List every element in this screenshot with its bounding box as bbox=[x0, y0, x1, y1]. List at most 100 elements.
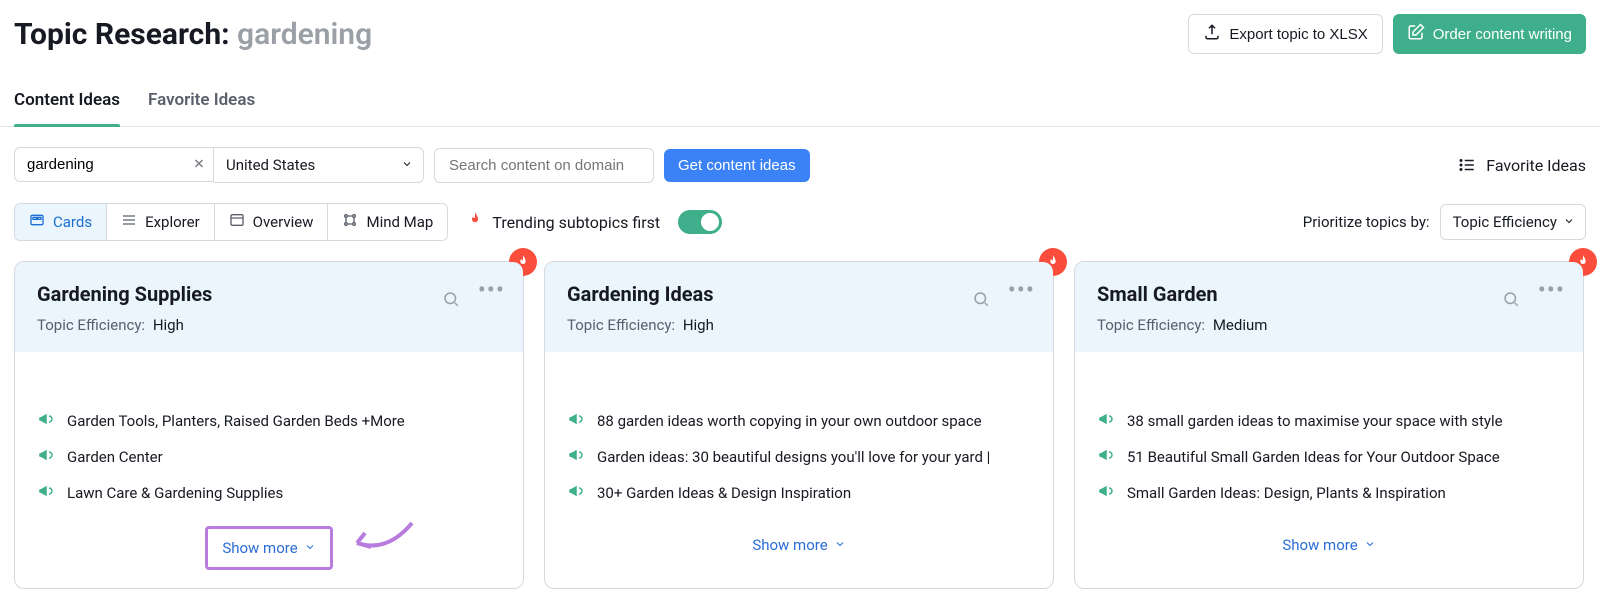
show-more-label: Show more bbox=[1282, 536, 1357, 554]
view-mindmap[interactable]: Mind Map bbox=[327, 204, 447, 240]
idea-text: 51 Beautiful Small Garden Ideas for Your… bbox=[1127, 448, 1500, 466]
show-more-button[interactable]: Show more bbox=[205, 526, 332, 570]
idea-text: 30+ Garden Ideas & Design Inspiration bbox=[597, 484, 851, 502]
idea-text: Small Garden Ideas: Design, Plants & Ins… bbox=[1127, 484, 1446, 502]
card-efficiency: Topic Efficiency: Medium bbox=[1097, 316, 1561, 334]
trending-toggle[interactable] bbox=[678, 210, 722, 234]
keyword-input[interactable] bbox=[14, 147, 214, 182]
megaphone-icon bbox=[37, 410, 55, 432]
view-explorer[interactable]: Explorer bbox=[106, 204, 214, 240]
idea-item[interactable]: Lawn Care & Gardening Supplies bbox=[37, 482, 501, 504]
idea-item[interactable]: 30+ Garden Ideas & Design Inspiration bbox=[567, 482, 1031, 504]
efficiency-value: Medium bbox=[1213, 316, 1268, 334]
views-row: Cards Explorer Overview Mind Map Trendin… bbox=[0, 191, 1600, 251]
view-mindmap-label: Mind Map bbox=[366, 213, 433, 231]
cards-icon bbox=[29, 212, 45, 232]
view-explorer-label: Explorer bbox=[145, 213, 200, 231]
card-header: Small Garden Topic Efficiency: Medium ••… bbox=[1075, 262, 1583, 352]
idea-text: Garden Tools, Planters, Raised Garden Be… bbox=[67, 412, 405, 430]
more-icon[interactable]: ••• bbox=[1538, 290, 1565, 312]
search-icon[interactable] bbox=[972, 290, 990, 312]
idea-item[interactable]: Garden Tools, Planters, Raised Garden Be… bbox=[37, 410, 501, 432]
tab-favorite-ideas[interactable]: Favorite Ideas bbox=[148, 78, 255, 126]
efficiency-value: High bbox=[153, 316, 184, 334]
prioritize-value: Topic Efficiency bbox=[1453, 213, 1557, 231]
megaphone-icon bbox=[37, 482, 55, 504]
efficiency-value: High bbox=[683, 316, 714, 334]
idea-item[interactable]: 38 small garden ideas to maximise your s… bbox=[1097, 410, 1561, 432]
card-actions: ••• bbox=[442, 290, 505, 312]
topic-card: Small Garden Topic Efficiency: Medium ••… bbox=[1074, 261, 1584, 589]
tabs: Content Ideas Favorite Ideas bbox=[0, 78, 1600, 127]
favorite-ideas-label: Favorite Ideas bbox=[1486, 156, 1586, 175]
view-switcher: Cards Explorer Overview Mind Map bbox=[14, 203, 448, 241]
country-select[interactable]: United States bbox=[214, 147, 424, 183]
efficiency-label: Topic Efficiency: bbox=[1097, 316, 1205, 334]
topic-card: Gardening Ideas Topic Efficiency: High •… bbox=[544, 261, 1054, 589]
favorite-ideas-link[interactable]: Favorite Ideas bbox=[1458, 156, 1586, 175]
megaphone-icon bbox=[37, 446, 55, 468]
card-body: Garden Tools, Planters, Raised Garden Be… bbox=[15, 352, 523, 522]
card-body: 38 small garden ideas to maximise your s… bbox=[1075, 352, 1583, 522]
chevron-down-icon bbox=[1364, 536, 1376, 554]
idea-item[interactable]: 88 garden ideas worth copying in your ow… bbox=[567, 410, 1031, 432]
search-domain-input[interactable] bbox=[434, 148, 654, 183]
card-efficiency: Topic Efficiency: High bbox=[37, 316, 501, 334]
idea-item[interactable]: Garden Center bbox=[37, 446, 501, 468]
idea-text: 38 small garden ideas to maximise your s… bbox=[1127, 412, 1503, 430]
megaphone-icon bbox=[567, 410, 585, 432]
cards-container: Gardening Supplies Topic Efficiency: Hig… bbox=[0, 251, 1600, 599]
idea-item[interactable]: 51 Beautiful Small Garden Ideas for Your… bbox=[1097, 446, 1561, 468]
idea-item[interactable]: Small Garden Ideas: Design, Plants & Ins… bbox=[1097, 482, 1561, 504]
chevron-down-icon bbox=[1563, 213, 1575, 231]
card-title: Small Garden bbox=[1097, 282, 1561, 306]
chevron-down-icon bbox=[401, 156, 413, 174]
page-title: Topic Research: gardening bbox=[14, 17, 372, 52]
close-icon[interactable] bbox=[192, 156, 206, 175]
card-actions: ••• bbox=[1502, 290, 1565, 312]
search-icon[interactable] bbox=[442, 290, 460, 312]
trending-text: Trending subtopics first bbox=[492, 213, 660, 232]
idea-item[interactable]: Garden ideas: 30 beautiful designs you'l… bbox=[567, 446, 1031, 468]
card-body: 88 garden ideas worth copying in your ow… bbox=[545, 352, 1053, 522]
get-content-ideas-button[interactable]: Get content ideas bbox=[664, 149, 810, 182]
explorer-icon bbox=[121, 212, 137, 232]
show-more-label: Show more bbox=[752, 536, 827, 554]
list-icon bbox=[1458, 156, 1476, 174]
efficiency-label: Topic Efficiency: bbox=[37, 316, 145, 334]
prioritize-label: Prioritize topics by: bbox=[1303, 213, 1430, 231]
view-overview[interactable]: Overview bbox=[214, 204, 328, 240]
more-icon[interactable]: ••• bbox=[478, 290, 505, 312]
export-label: Export topic to XLSX bbox=[1229, 26, 1367, 43]
show-more-button[interactable]: Show more bbox=[1075, 522, 1583, 572]
keyword-country-group: United States bbox=[14, 147, 424, 183]
country-value: United States bbox=[226, 156, 315, 174]
view-cards[interactable]: Cards bbox=[15, 204, 106, 240]
megaphone-icon bbox=[567, 446, 585, 468]
edit-icon bbox=[1407, 23, 1425, 45]
fire-icon bbox=[466, 211, 484, 233]
order-label: Order content writing bbox=[1433, 26, 1572, 43]
megaphone-icon bbox=[1097, 446, 1115, 468]
view-cards-label: Cards bbox=[53, 213, 92, 231]
show-more-button[interactable]: Show more bbox=[545, 522, 1053, 572]
controls-row: United States Get content ideas Favorite… bbox=[0, 127, 1600, 191]
tab-content-ideas[interactable]: Content Ideas bbox=[14, 78, 120, 126]
order-content-button[interactable]: Order content writing bbox=[1393, 14, 1586, 54]
search-icon[interactable] bbox=[1502, 290, 1520, 312]
header-row: Topic Research: gardening Export topic t… bbox=[0, 0, 1600, 54]
card-title: Gardening Ideas bbox=[567, 282, 1031, 306]
overview-icon bbox=[229, 212, 245, 232]
efficiency-label: Topic Efficiency: bbox=[567, 316, 675, 334]
megaphone-icon bbox=[567, 482, 585, 504]
megaphone-icon bbox=[1097, 410, 1115, 432]
idea-text: Lawn Care & Gardening Supplies bbox=[67, 484, 283, 502]
idea-text: Garden ideas: 30 beautiful designs you'l… bbox=[597, 448, 990, 466]
prioritize-dropdown[interactable]: Topic Efficiency bbox=[1440, 204, 1586, 240]
callout-arrow-icon bbox=[347, 518, 417, 558]
card-efficiency: Topic Efficiency: High bbox=[567, 316, 1031, 334]
more-icon[interactable]: ••• bbox=[1008, 290, 1035, 312]
chevron-down-icon bbox=[834, 536, 846, 554]
view-overview-label: Overview bbox=[253, 213, 314, 231]
export-button[interactable]: Export topic to XLSX bbox=[1188, 14, 1382, 54]
